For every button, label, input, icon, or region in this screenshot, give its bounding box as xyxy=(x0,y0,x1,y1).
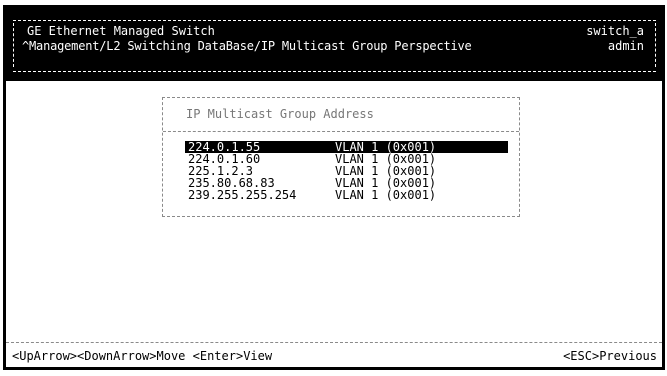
menu-path: ^Management/L2 Switching DataBase/IP Mul… xyxy=(22,39,472,53)
host-name: switch_a xyxy=(586,24,644,38)
navigation-hint: <UpArrow><DownArrow>Move <Enter>View xyxy=(12,349,273,363)
footer-bar: <UpArrow><DownArrow>Move <Enter>View <ES… xyxy=(6,348,662,364)
device-name: GE Ethernet Managed Switch xyxy=(27,24,215,38)
terminal-window: GE Ethernet Managed Switch ^Management/L… xyxy=(3,5,665,370)
group-list-divider xyxy=(163,131,519,132)
header-bar: GE Ethernet Managed Switch ^Management/L… xyxy=(6,8,662,81)
footer-divider xyxy=(6,342,662,343)
header-border: GE Ethernet Managed Switch ^Management/L… xyxy=(13,20,656,72)
multicast-group-list: 224.0.1.55 VLAN 1 (0x001) 224.0.1.60 VLA… xyxy=(185,141,508,201)
group-vlan: VLAN 1 (0x001) xyxy=(335,188,437,202)
escape-hint[interactable]: <ESC>Previous xyxy=(563,348,657,364)
user-name: admin xyxy=(607,39,644,53)
group-list-title: IP Multicast Group Address xyxy=(186,107,374,121)
group-ip-address: 239.255.255.254 xyxy=(188,188,297,202)
list-item[interactable]: 239.255.255.254 VLAN 1 (0x001) xyxy=(185,189,508,201)
multicast-group-box: IP Multicast Group Address 224.0.1.55 VL… xyxy=(162,97,520,217)
